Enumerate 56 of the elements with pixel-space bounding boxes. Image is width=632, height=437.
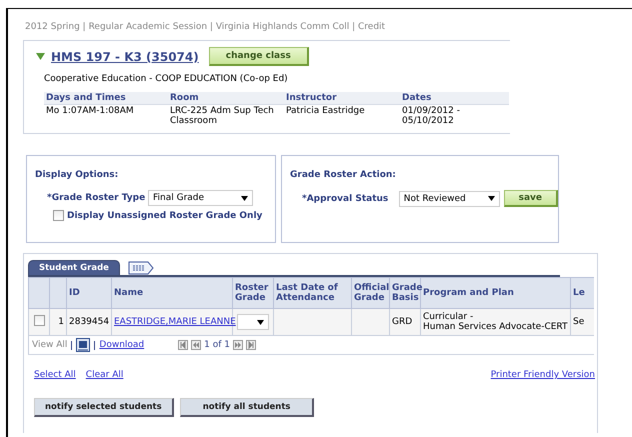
- last-page-icon[interactable]: [246, 340, 256, 350]
- column-header: Roster Grade: [232, 278, 274, 308]
- printer-friendly-link[interactable]: Printer Friendly Version: [490, 370, 595, 380]
- field-label: *Approval Status: [302, 194, 390, 204]
- roster-type-dropdown[interactable]: Final Grade: [148, 190, 253, 206]
- checkbox[interactable]: [53, 210, 64, 221]
- table-cell: Se: [570, 308, 594, 336]
- first-page-icon[interactable]: [178, 340, 188, 350]
- class-description: Cooperative Education - COOP EDUCATION (Co-op Ed): [44, 74, 289, 84]
- panel-title: Display Options:: [35, 170, 120, 180]
- triangle-icon[interactable]: [36, 53, 45, 60]
- download-link[interactable]: Download: [99, 340, 144, 350]
- caret-icon: [488, 196, 495, 201]
- save-button[interactable]: save: [504, 190, 558, 207]
- table-cell: LRC-225 Adm Sup Tech Classroom: [168, 104, 284, 127]
- class-title-link[interactable]: HMS 197 - K3 (35074): [51, 50, 199, 64]
- table-cell: 2839454: [66, 308, 112, 336]
- table-cell: Patricia Eastridge: [284, 104, 400, 127]
- page-indicator: 1 of 1: [204, 340, 230, 350]
- column-header: Dates: [400, 92, 509, 104]
- row-checkbox[interactable]: [34, 315, 44, 326]
- student-name-link[interactable]: EASTRIDGE,MARIE LEANNE: [114, 317, 236, 327]
- column-header: Official Grade: [352, 278, 390, 308]
- row-number: 1: [50, 308, 66, 336]
- approval-status-dropdown[interactable]: Not Reviewed: [398, 190, 500, 206]
- notify-button[interactable]: notify selected students: [34, 398, 174, 417]
- spreadsheet-icon[interactable]: [76, 338, 90, 352]
- caret-icon: [257, 320, 264, 324]
- show-all-columns-icon[interactable]: [128, 260, 154, 274]
- column-header: Last Date of Attendance: [274, 278, 352, 308]
- select-all-link[interactable]: Select All: [34, 370, 76, 380]
- checkbox-label: Display Unassigned Roster Grade Only: [67, 210, 262, 220]
- grid-tab[interactable]: Student Grade: [28, 260, 120, 275]
- table-cell: Curricular - Human Services Advocate-CERT: [420, 308, 570, 336]
- column-header: Program and Plan: [420, 278, 570, 308]
- column-header: Grade Basis: [390, 278, 420, 308]
- field-label: *Grade Roster Type: [47, 193, 146, 203]
- column-header: Days and Times: [44, 92, 168, 104]
- column-header: ID: [66, 278, 112, 308]
- previous-page-icon[interactable]: [191, 340, 202, 350]
- table-cell: Mo 1:07AM-1:08AM: [44, 104, 168, 127]
- column-header: Room: [168, 92, 284, 104]
- column-header: Le: [570, 278, 594, 308]
- breadcrumb: 2012 Spring | Regular Academic Session | Virginia Highlands Comm Coll | Credit: [25, 22, 386, 32]
- roster-grade-dropdown[interactable]: [237, 314, 269, 330]
- caret-icon: [241, 196, 248, 200]
- column-header: Instructor: [284, 92, 400, 104]
- table-cell: GRD: [390, 308, 420, 336]
- notify-button[interactable]: notify all students: [180, 398, 314, 417]
- next-page-icon[interactable]: [233, 340, 243, 350]
- column-header: Name: [112, 278, 232, 308]
- view-all-link[interactable]: View All: [32, 340, 68, 350]
- clear-all-link[interactable]: Clear All: [86, 370, 124, 380]
- table-cell: 01/09/2012 - 05/10/2012: [400, 104, 509, 127]
- panel-title: Grade Roster Action:: [290, 170, 397, 180]
- change-class-button[interactable]: change class: [208, 47, 309, 66]
